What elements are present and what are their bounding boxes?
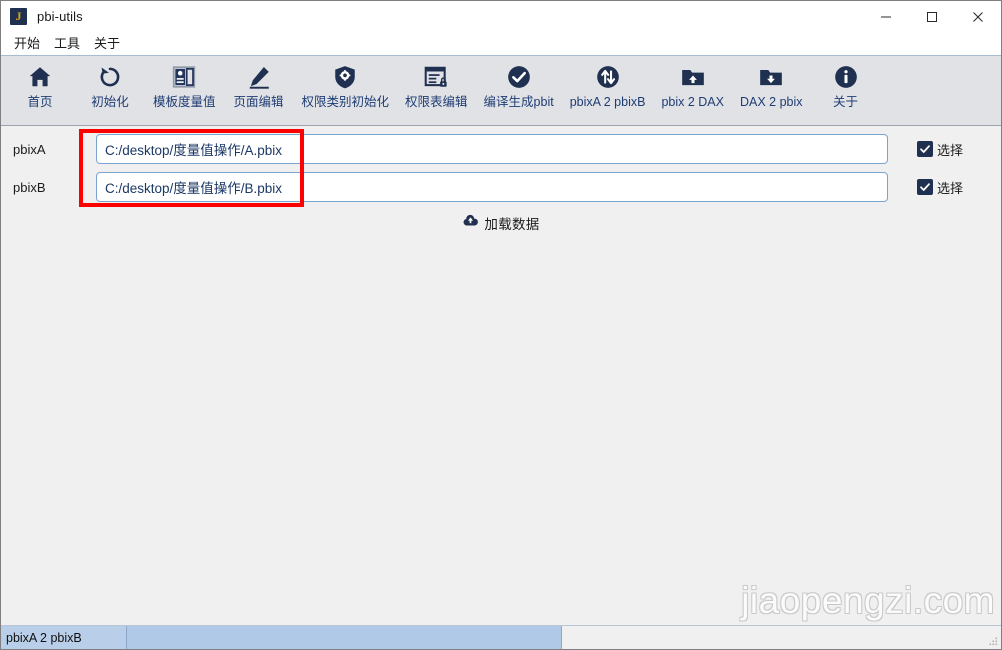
pbixb-choose-checkbox[interactable]: 选择 [917, 178, 963, 197]
toolbar-button-template-measure[interactable]: 模板度量值 [145, 62, 224, 116]
menu-item-tools[interactable]: 工具 [47, 34, 87, 54]
window-title: pbi-utils [37, 9, 83, 24]
menu-item-about[interactable]: 关于 [87, 34, 127, 54]
title-bar: J pbi-utils [1, 1, 1001, 32]
document-lock-icon [423, 62, 449, 92]
pbixa-path-input[interactable] [96, 134, 888, 164]
pbixb-path-input[interactable] [96, 172, 888, 202]
form-row-pbixa: pbixA 选择 [1, 134, 1001, 164]
toolbar-button-dax-2-pbix[interactable]: DAX 2 pbix [732, 62, 811, 116]
checkbox-checked-icon [917, 179, 933, 195]
template-measure-icon [171, 62, 197, 92]
app-logo-icon: J [10, 8, 27, 25]
toolbar-label-permission-table-edit: 权限表编辑 [405, 95, 468, 109]
maximize-icon [927, 11, 937, 22]
toolbar-label-pbix-2-dax: pbix 2 DAX [661, 95, 724, 109]
maximize-button[interactable] [909, 1, 955, 32]
toolbar-label-dax-2-pbix: DAX 2 pbix [739, 95, 803, 109]
label-pbixb: pbixB [13, 179, 46, 195]
resize-grip-icon[interactable] [987, 635, 999, 647]
status-filler [562, 626, 1001, 649]
swap-arrows-icon [595, 62, 621, 92]
toolbar: 首页 初始化 模板度量值 页面编辑 权限类别初始化 权限表编辑 编译生成pbit… [1, 56, 1001, 126]
toolbar-button-about[interactable]: 关于 [811, 62, 881, 116]
toolbar-button-pbixa-2-pbixb[interactable]: pbixA 2 pbixB [562, 62, 654, 116]
form-row-pbixb: pbixB 选择 [1, 172, 1001, 202]
toolbar-label-about: 关于 [833, 95, 859, 109]
folder-up-icon [680, 62, 706, 92]
shield-gear-icon [332, 62, 358, 92]
load-data-label: 加载数据 [484, 217, 540, 232]
close-button[interactable] [955, 1, 1001, 32]
pbixa-choose-checkbox[interactable]: 选择 [917, 140, 963, 159]
status-mode-label: pbixA 2 pbixB [1, 626, 127, 649]
toolbar-button-permission-category-init[interactable]: 权限类别初始化 [294, 62, 398, 116]
folder-down-icon [758, 62, 784, 92]
info-circle-icon [833, 62, 859, 92]
toolbar-button-page-edit[interactable]: 页面编辑 [224, 62, 294, 116]
main-content: pbixA 选择 pbixB 选择 [1, 126, 1001, 625]
menu-item-start[interactable]: 开始 [7, 34, 47, 54]
toolbar-button-initialize[interactable]: 初始化 [75, 62, 145, 116]
check-circle-icon [506, 62, 532, 92]
toolbar-label-permission-category-init: 权限类别初始化 [301, 95, 390, 109]
status-bar: pbixA 2 pbixB [1, 625, 1001, 649]
toolbar-button-home[interactable]: 首页 [5, 62, 75, 116]
minimize-button[interactable] [863, 1, 909, 32]
load-data-button[interactable]: 加载数据 [458, 210, 543, 236]
pbixa-choose-label: 选择 [937, 142, 964, 158]
pencil-icon [246, 62, 272, 92]
status-progress-bar [127, 626, 562, 649]
window-controls [863, 1, 1001, 32]
watermark-text: jiaopengzi.com [741, 580, 995, 621]
minimize-icon [881, 16, 891, 17]
toolbar-label-initialize: 初始化 [91, 95, 129, 109]
checkbox-checked-icon [917, 141, 933, 157]
toolbar-button-compile-pbit[interactable]: 编译生成pbit [476, 62, 562, 116]
toolbar-label-compile-pbit: 编译生成pbit [483, 95, 554, 109]
pbixb-choose-label: 选择 [937, 180, 964, 196]
close-icon [973, 11, 983, 22]
reset-icon [97, 62, 123, 92]
label-pbixa: pbixA [13, 141, 46, 157]
load-data-button-wrap: 加载数据 [1, 210, 1001, 236]
menu-bar: 开始 工具 关于 [1, 32, 1001, 56]
cloud-upload-icon [462, 212, 479, 234]
toolbar-label-template-measure: 模板度量值 [153, 95, 216, 109]
toolbar-label-home: 首页 [27, 95, 53, 109]
home-icon [27, 62, 53, 92]
toolbar-label-pbixa-2-pbixb: pbixA 2 pbixB [569, 95, 646, 109]
toolbar-label-page-edit: 页面编辑 [233, 95, 284, 109]
toolbar-button-permission-table-edit[interactable]: 权限表编辑 [397, 62, 476, 116]
toolbar-button-pbix-2-dax[interactable]: pbix 2 DAX [653, 62, 732, 116]
application-window: J pbi-utils 开始 工具 关于 首页 初始化 模板度量值 页面编辑 权… [0, 0, 1002, 650]
